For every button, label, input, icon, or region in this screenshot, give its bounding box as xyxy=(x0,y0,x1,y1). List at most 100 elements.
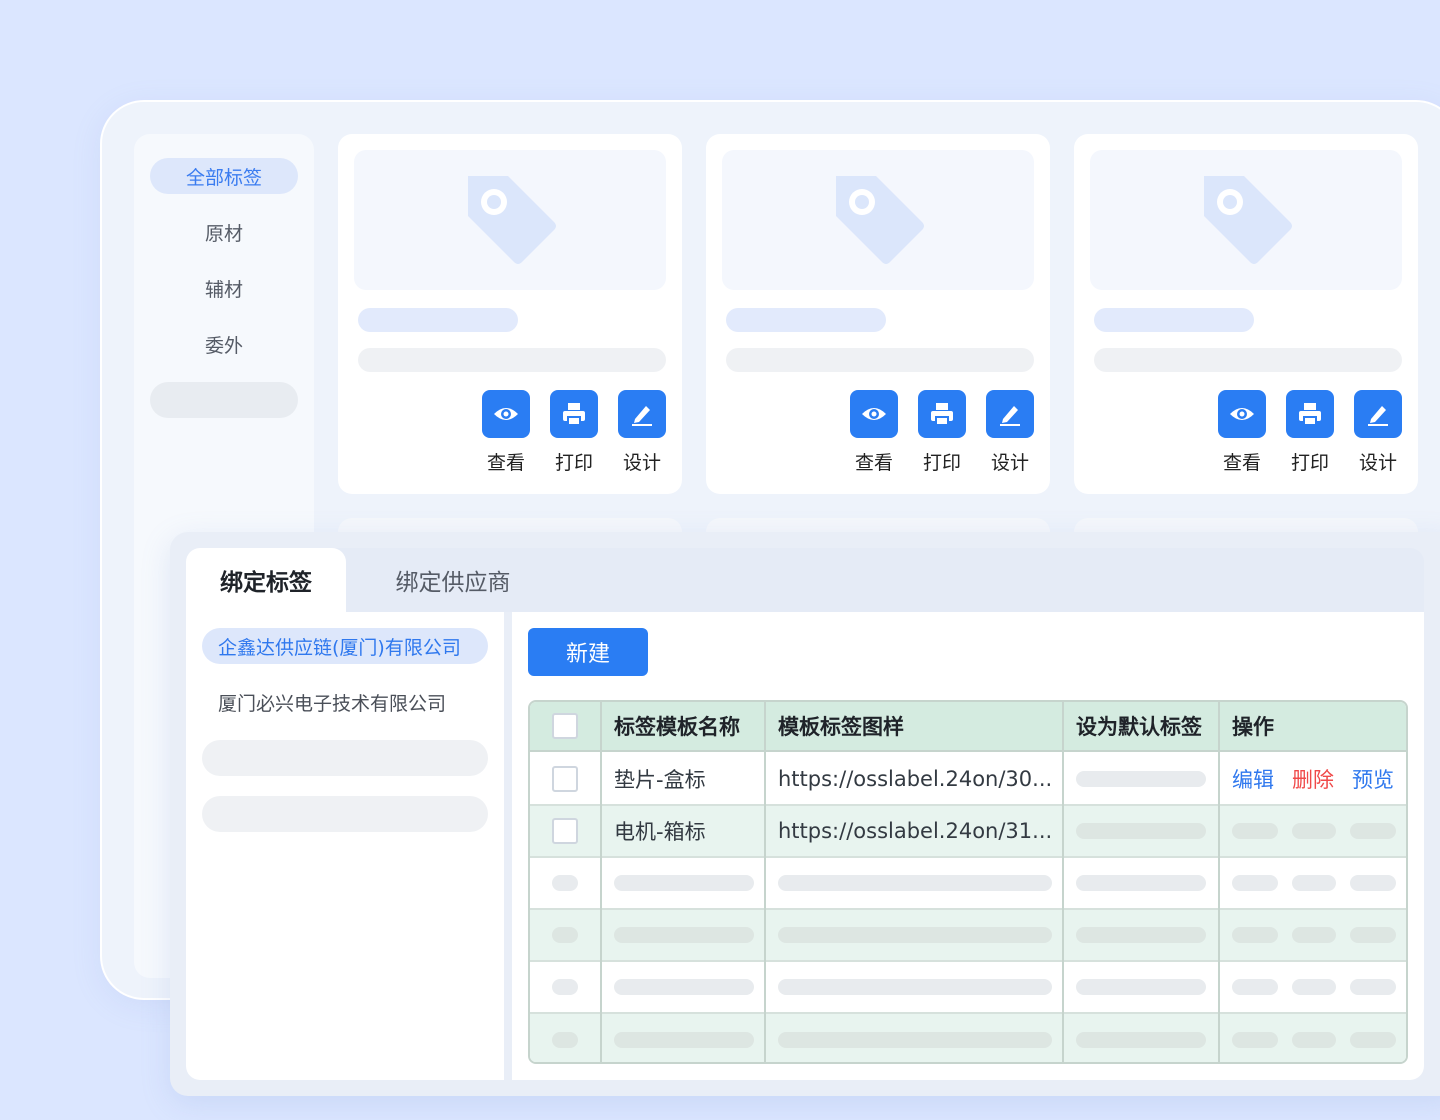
skeleton xyxy=(778,979,1052,995)
skeleton xyxy=(552,979,578,995)
skeleton xyxy=(1292,927,1336,943)
tab-bar: 绑定标签 绑定供应商 xyxy=(186,548,1424,612)
skeleton xyxy=(1232,1032,1278,1048)
row-actions xyxy=(1220,806,1406,856)
category-placeholder xyxy=(150,382,298,418)
default-placeholder xyxy=(1076,823,1206,839)
skeleton-cell xyxy=(530,858,600,908)
table-row-placeholder xyxy=(530,910,1406,962)
skeleton xyxy=(1232,979,1278,995)
skeleton-cell xyxy=(766,910,1062,960)
edit-link[interactable]: 编辑 xyxy=(1232,764,1274,794)
skeleton xyxy=(1350,1032,1396,1048)
design-button[interactable] xyxy=(986,390,1034,438)
skeleton xyxy=(1076,875,1206,891)
column-header: 设为默认标签 xyxy=(1076,715,1202,739)
card-title-placeholder xyxy=(726,308,886,332)
eye-icon xyxy=(1230,408,1254,420)
skeleton-cell xyxy=(1064,962,1218,1012)
view-button[interactable] xyxy=(482,390,530,438)
print-button[interactable] xyxy=(550,390,598,438)
skeleton-cell xyxy=(602,910,764,960)
print-label: 打印 xyxy=(554,452,593,474)
default-toggle-cell xyxy=(1064,754,1218,804)
card-title-placeholder xyxy=(358,308,518,332)
view-action[interactable]: 查看 xyxy=(850,390,898,475)
skeleton xyxy=(778,875,1052,891)
supplier-placeholder xyxy=(202,796,488,832)
delete-link[interactable]: 删除 xyxy=(1292,764,1334,794)
eye-icon xyxy=(862,408,886,420)
print-label: 打印 xyxy=(1290,452,1329,474)
skeleton xyxy=(552,927,578,943)
label-card: 查看 打印 设计 xyxy=(1074,134,1418,494)
tab-bind-label[interactable]: 绑定标签 xyxy=(186,548,346,612)
template-url: https://osslabel.24on/30... xyxy=(778,767,1053,791)
design-label: 设计 xyxy=(1358,452,1397,474)
design-button[interactable] xyxy=(618,390,666,438)
row-actions: 编辑 删除 预览 xyxy=(1220,754,1406,804)
new-button[interactable]: 新建 xyxy=(528,628,648,676)
column-header: 操作 xyxy=(1232,715,1274,739)
template-name: 垫片-盒标 xyxy=(614,768,706,792)
skeleton xyxy=(1350,979,1396,995)
header-checkbox-cell xyxy=(530,702,600,750)
row-checkbox-cell xyxy=(530,754,600,804)
category-outsourced[interactable]: 委外 xyxy=(150,326,298,362)
binding-window: 绑定标签 绑定供应商 企鑫达供应链(厦门)有限公司 厦门必兴电子技术有限公司 新… xyxy=(170,532,1440,1096)
action-placeholder xyxy=(1292,823,1336,839)
label-thumbnail xyxy=(1090,150,1402,290)
skeleton xyxy=(1292,979,1336,995)
print-button[interactable] xyxy=(1286,390,1334,438)
row-checkbox[interactable] xyxy=(552,818,578,844)
preview-link[interactable]: 预览 xyxy=(1352,764,1394,794)
label-binding-panel: 新建 标签模板名称 模板标签图样 设为默认标签 操作 垫片-盒标 https:/… xyxy=(512,612,1424,1080)
skeleton xyxy=(614,927,754,943)
card-desc-placeholder xyxy=(726,348,1034,372)
skeleton xyxy=(778,1032,1052,1048)
view-button[interactable] xyxy=(850,390,898,438)
tab-bind-supplier[interactable]: 绑定供应商 xyxy=(346,548,560,612)
pencil-icon xyxy=(1000,406,1020,426)
skeleton-cell xyxy=(1064,1014,1218,1062)
print-button[interactable] xyxy=(918,390,966,438)
table-header-row: 标签模板名称 模板标签图样 设为默认标签 操作 xyxy=(530,702,1406,752)
print-action[interactable]: 打印 xyxy=(1286,390,1334,475)
column-divider xyxy=(764,702,766,1062)
skeleton-cell xyxy=(1220,962,1406,1012)
template-name: 电机-箱标 xyxy=(614,820,706,844)
skeleton-cell xyxy=(766,1014,1062,1062)
pencil-icon xyxy=(1368,406,1388,426)
category-all-labels[interactable]: 全部标签 xyxy=(150,158,298,194)
printer-icon xyxy=(563,403,585,426)
design-action[interactable]: 设计 xyxy=(1354,390,1402,475)
column-divider xyxy=(1218,702,1220,1062)
view-action[interactable]: 查看 xyxy=(1218,390,1266,475)
column-header: 标签模板名称 xyxy=(614,715,740,739)
design-button[interactable] xyxy=(1354,390,1402,438)
printer-icon xyxy=(1299,403,1321,426)
row-checkbox-cell xyxy=(530,806,600,856)
view-action[interactable]: 查看 xyxy=(482,390,530,475)
print-action[interactable]: 打印 xyxy=(918,390,966,475)
skeleton xyxy=(552,1032,578,1048)
print-label: 打印 xyxy=(922,452,961,474)
supplier-item[interactable]: 厦门必兴电子技术有限公司 xyxy=(202,684,488,720)
print-action[interactable]: 打印 xyxy=(550,390,598,475)
skeleton-cell xyxy=(766,858,1062,908)
design-action[interactable]: 设计 xyxy=(986,390,1034,475)
category-raw-material[interactable]: 原材 xyxy=(150,214,298,250)
category-auxiliary-material[interactable]: 辅材 xyxy=(150,270,298,306)
view-label: 查看 xyxy=(854,452,893,474)
label-card: 查看 打印 设计 xyxy=(706,134,1050,494)
skeleton-cell xyxy=(1220,858,1406,908)
design-action[interactable]: 设计 xyxy=(618,390,666,475)
skeleton-cell xyxy=(766,962,1062,1012)
skeleton-cell xyxy=(530,910,600,960)
select-all-checkbox[interactable] xyxy=(552,713,578,739)
view-label: 查看 xyxy=(1222,452,1261,474)
supplier-item[interactable]: 企鑫达供应链(厦门)有限公司 xyxy=(202,628,488,664)
row-checkbox[interactable] xyxy=(552,766,578,792)
view-button[interactable] xyxy=(1218,390,1266,438)
table-row-placeholder xyxy=(530,962,1406,1014)
